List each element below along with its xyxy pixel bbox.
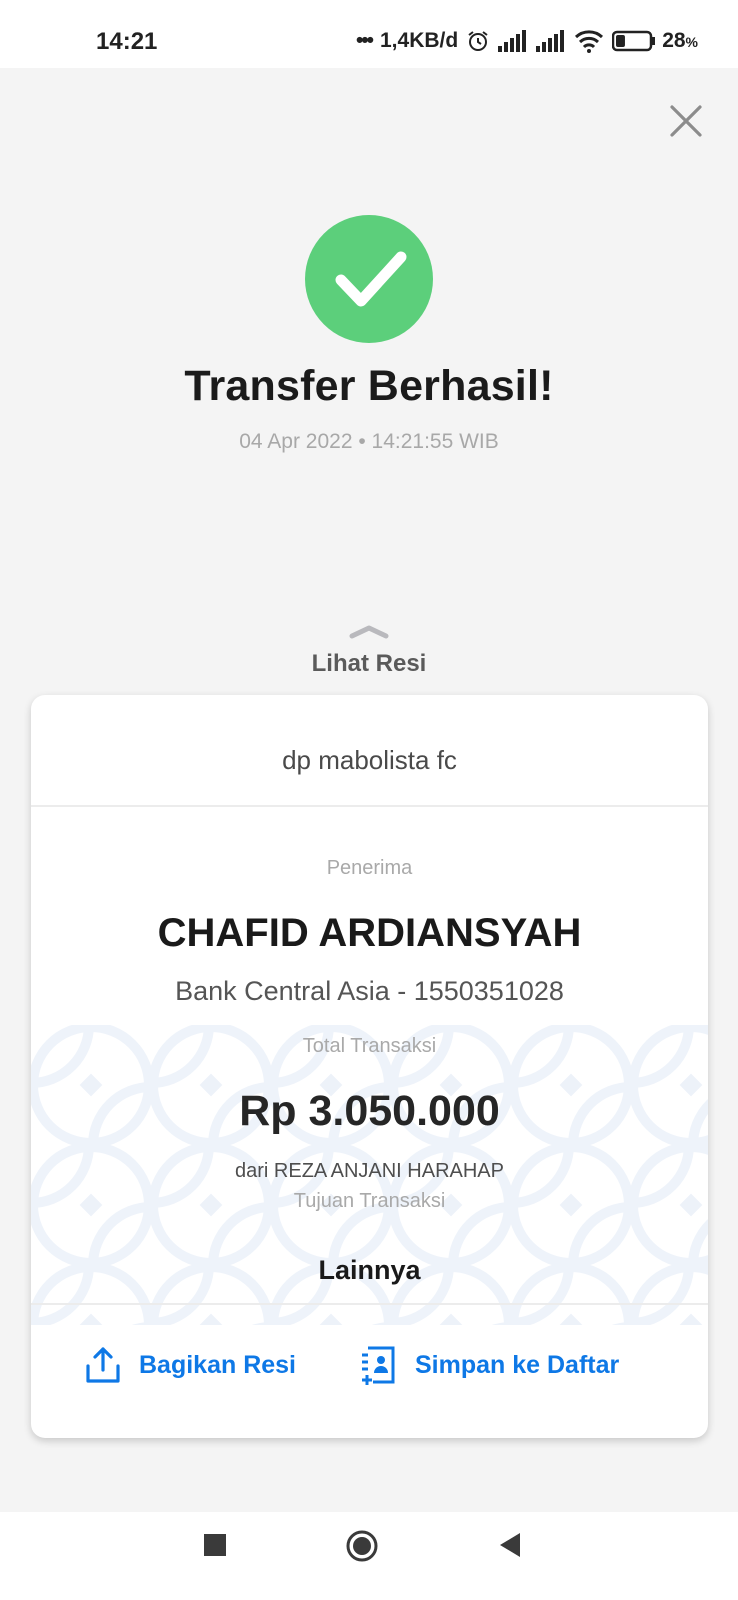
recipient-bank: Bank Central Asia - 1550351028 bbox=[175, 976, 564, 1006]
success-badge bbox=[305, 215, 433, 343]
share-receipt-button[interactable]: Bagikan Resi bbox=[85, 1343, 296, 1387]
alarm-icon bbox=[466, 29, 490, 53]
sender-name: dari REZA ANJANI HARAHAP bbox=[235, 1160, 504, 1182]
home-button[interactable] bbox=[345, 1529, 379, 1568]
close-icon bbox=[670, 105, 702, 137]
battery: 28% bbox=[612, 29, 698, 53]
more-dots: ••• bbox=[355, 29, 374, 52]
view-receipt-label: Lihat Resi bbox=[311, 650, 427, 677]
chevron-up-icon bbox=[349, 625, 389, 639]
divider bbox=[31, 1303, 708, 1305]
square-icon bbox=[204, 1534, 226, 1556]
circle-icon bbox=[346, 1530, 378, 1562]
save-to-list-label: Simpan ke Daftar bbox=[415, 1350, 620, 1379]
recipient-label: Penerima bbox=[326, 857, 413, 879]
page-title: Transfer Berhasil! bbox=[184, 362, 554, 410]
transaction-datetime: 04 Apr 2022 • 14:21:55 WIB bbox=[239, 430, 499, 453]
receipt-card: dp mabolista fc Penerima CHAFID ARDIANSY… bbox=[31, 695, 708, 1438]
view-receipt-toggle[interactable]: Lihat Resi bbox=[269, 625, 469, 681]
purpose-value: Lainnya bbox=[318, 1255, 421, 1285]
transfer-note: dp mabolista fc bbox=[282, 745, 457, 775]
recents-button[interactable] bbox=[204, 1534, 226, 1561]
battery-percent: 28 bbox=[662, 29, 686, 52]
save-to-list-button[interactable]: Simpan ke Daftar bbox=[359, 1343, 619, 1387]
add-contact-icon bbox=[362, 1346, 395, 1385]
signal-icon bbox=[536, 30, 566, 52]
battery-icon bbox=[612, 30, 656, 52]
close-button[interactable] bbox=[668, 103, 704, 139]
back-button[interactable] bbox=[498, 1532, 522, 1563]
checkmark-icon bbox=[335, 251, 407, 307]
recipient-name: CHAFID ARDIANSYAH bbox=[157, 911, 582, 955]
share-icon bbox=[86, 1347, 120, 1383]
status-bar: 14:21 ••• 1,4KB/d 28% bbox=[0, 0, 738, 68]
wifi-icon bbox=[574, 29, 604, 53]
back-triangle-icon bbox=[500, 1533, 520, 1557]
battery-unit: % bbox=[685, 34, 698, 50]
network-speed: 1,4KB/d bbox=[380, 29, 459, 52]
signal-icon bbox=[498, 30, 528, 52]
status-time: 14:21 bbox=[96, 28, 158, 55]
divider bbox=[31, 805, 708, 807]
status-icons: ••• 1,4KB/d 28% bbox=[356, 26, 698, 56]
purpose-label: Tujuan Transaksi bbox=[293, 1190, 446, 1212]
navigation-bar bbox=[0, 1512, 738, 1600]
share-receipt-label: Bagikan Resi bbox=[139, 1350, 297, 1379]
total-label: Total Transaksi bbox=[302, 1035, 437, 1057]
total-amount: Rp 3.050.000 bbox=[239, 1087, 500, 1135]
